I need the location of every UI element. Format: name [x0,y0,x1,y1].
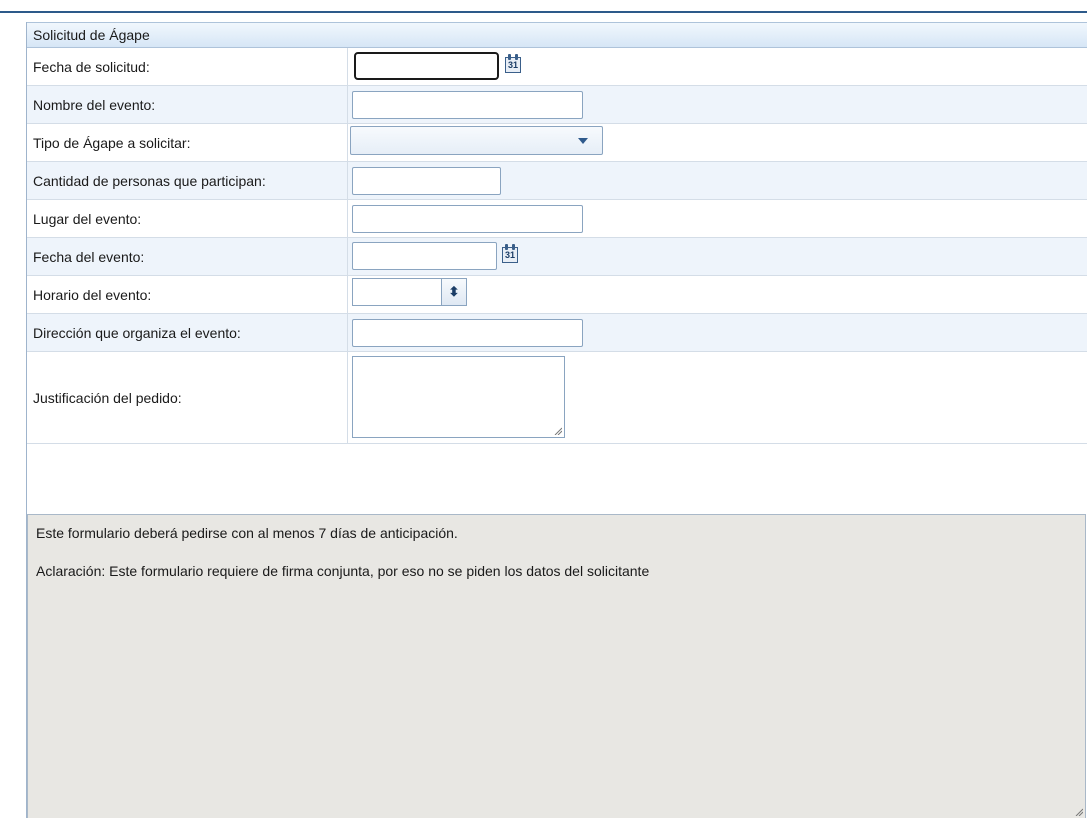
label-cantidad-personas: Cantidad de personas que participan: [27,162,348,199]
label-lugar-evento: Lugar del evento: [27,200,348,237]
form-title: Solicitud de Ágape [27,22,1087,48]
resize-grip-icon[interactable] [554,427,562,435]
row-direccion-organiza: Dirección que organiza el evento: [27,314,1087,352]
nombre-evento-input[interactable] [352,91,583,119]
horario-evento-spinner[interactable]: ⬍ [352,278,467,306]
row-cantidad-personas: Cantidad de personas que participan: [27,162,1087,200]
row-fecha-evento: Fecha del evento: 31 [27,238,1087,276]
chevron-down-icon[interactable] [578,138,588,144]
field-cell [349,200,1087,237]
cantidad-personas-input[interactable] [352,167,501,195]
field-cell: ⬍ [349,276,1087,313]
label-horario-evento: Horario del evento: [27,276,348,313]
label-tipo-agape: Tipo de Ágape a solicitar: [27,124,348,161]
top-border [0,0,1087,13]
label-direccion-organiza: Dirección que organiza el evento: [27,314,348,351]
calendar-icon[interactable]: 31 [504,54,522,74]
fecha-solicitud-input[interactable] [354,52,499,80]
note-line-2: Aclaración: Este formulario requiere de … [36,563,650,579]
instructions-note-area[interactable]: Este formulario deberá pedirse con al me… [27,514,1086,818]
row-tipo-agape: Tipo de Ágape a solicitar: [27,124,1087,162]
note-line-1: Este formulario deberá pedirse con al me… [36,525,458,541]
field-cell [349,162,1087,199]
field-cell [349,124,1087,161]
label-nombre-evento: Nombre del evento: [27,86,348,123]
calendar-icon[interactable]: 31 [501,244,519,264]
justificacion-textarea[interactable] [352,356,565,438]
direccion-organiza-input[interactable] [352,319,583,347]
row-justificacion: Justificación del pedido: [27,352,1087,444]
row-lugar-evento: Lugar del evento: [27,200,1087,238]
fecha-evento-input[interactable] [352,242,497,270]
row-fecha-solicitud: Fecha de solicitud: 31 [27,48,1087,86]
label-fecha-evento: Fecha del evento: [27,238,348,275]
tipo-agape-select[interactable] [350,126,603,155]
row-nombre-evento: Nombre del evento: [27,86,1087,124]
field-cell [349,352,1087,443]
resize-grip-icon[interactable] [1075,808,1083,816]
row-horario-evento: Horario del evento: ⬍ [27,276,1087,314]
label-justificacion: Justificación del pedido: [27,352,348,443]
label-fecha-solicitud: Fecha de solicitud: [27,48,348,85]
agape-request-form: Solicitud de Ágape Fecha de solicitud: 3… [26,22,1087,818]
field-cell: 31 [349,238,1087,275]
field-cell [349,86,1087,123]
lugar-evento-input[interactable] [352,205,583,233]
field-cell [349,314,1087,351]
up-down-spinner-icon[interactable]: ⬍ [441,279,466,305]
field-cell: 31 [349,48,1087,85]
